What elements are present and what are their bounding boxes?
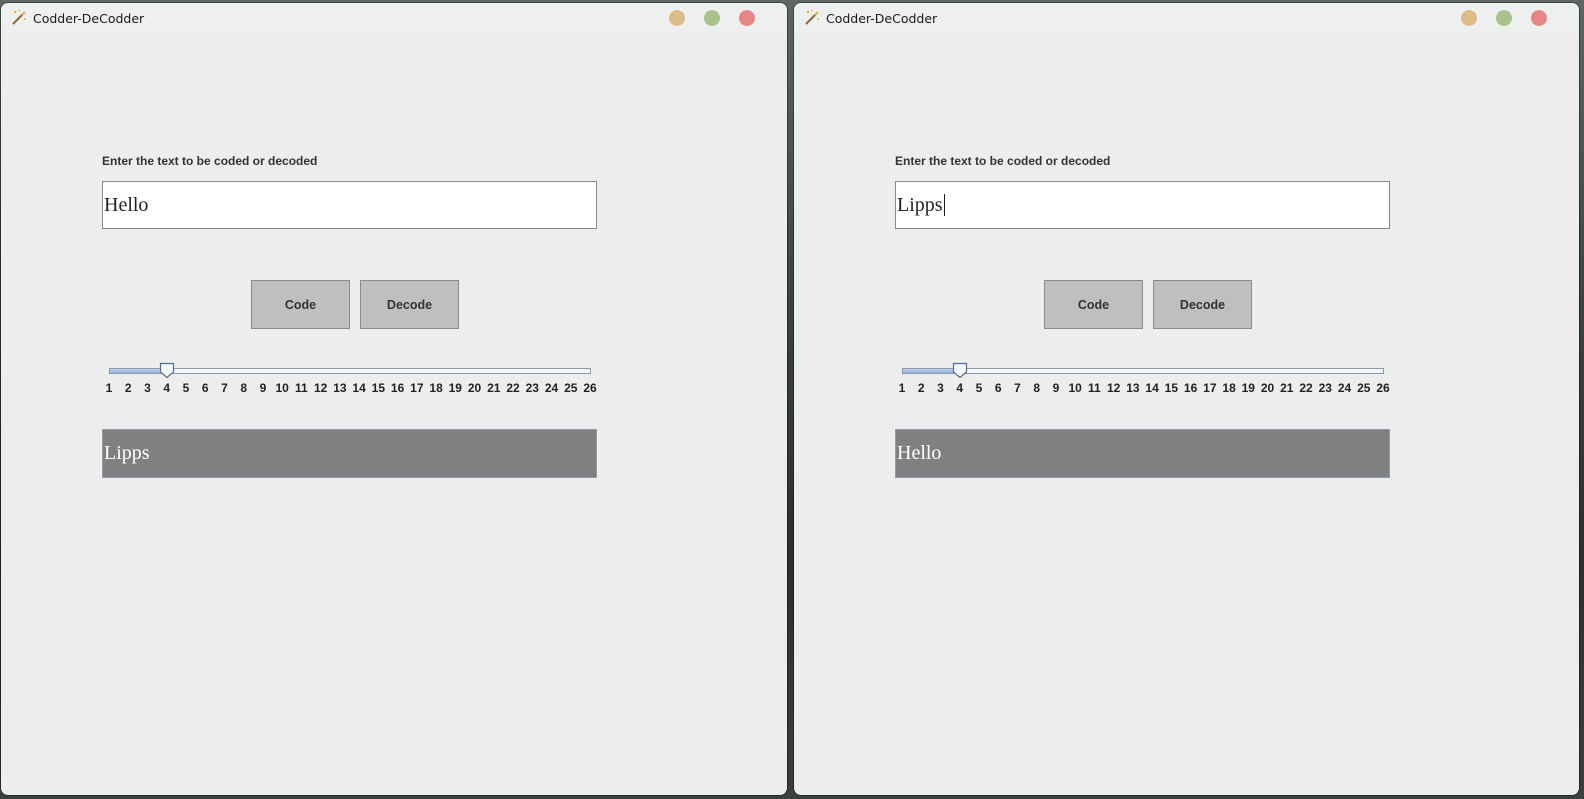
slider-tick-label: 15 [371, 381, 386, 395]
slider-tick-label: 10 [1068, 381, 1082, 395]
slider-tick-label: 14 [1145, 381, 1159, 395]
title-bar[interactable]: Codder-DeCodder [794, 3, 1579, 33]
slider-tick-label: 13 [1126, 381, 1140, 395]
slider-tick-label: 6 [201, 381, 209, 395]
slider-tick-label: 12 [313, 381, 328, 395]
slider-tick-label: 1 [105, 381, 113, 395]
window-content: Enter the text to be coded or decoded Co… [1, 33, 787, 795]
close-button[interactable] [1531, 10, 1547, 26]
slider-tick-label: 8 [240, 381, 248, 395]
output-field: Hello [895, 429, 1390, 478]
slider-tick-label: 23 [525, 381, 539, 395]
window-title: Codder-DeCodder [33, 11, 145, 26]
minimize-button[interactable] [1461, 10, 1477, 26]
shift-slider[interactable]: 1 2 3 4 5 6 7 8 9 10 11 12 13 14 15 16 17 18 19 20 21 22 23 24 2… [896, 361, 1390, 401]
shift-slider[interactable]: 1 2 3 4 5 6 7 8 9 10 11 12 13 14 15 16 17 18 19 20 21 22 23 24 2… [103, 361, 597, 401]
slider-tick-label: 21 [1280, 381, 1294, 395]
slider-tick-label: 24 [1337, 381, 1352, 395]
code-button[interactable]: Code [1044, 280, 1143, 329]
app-window-right: Codder-DeCodder Enter the text to be cod… [794, 3, 1579, 795]
slider-track[interactable] [902, 368, 1384, 374]
slider-tick-label: 7 [1014, 381, 1021, 395]
slider-tick-label: 2 [917, 381, 925, 395]
slider-tick-labels: 1 2 3 4 5 6 7 8 9 10 11 12 13 14 15 16 17 18 19 20 21 22 23 24 2… [896, 381, 1390, 397]
slider-tick-label: 24 [544, 381, 559, 395]
window-title: Codder-DeCodder [826, 11, 938, 26]
slider-tick-label: 2 [124, 381, 132, 395]
slider-tick-label: 11 [1088, 381, 1101, 395]
maximize-button[interactable] [704, 10, 720, 26]
magic-wand-icon [12, 9, 26, 25]
slider-tick-label: 25 [564, 381, 578, 395]
slider-tick-label: 3 [144, 381, 151, 395]
slider-tick-label: 22 [1299, 381, 1313, 395]
output-text: Hello [897, 442, 942, 464]
text-input[interactable] [102, 181, 597, 229]
title-bar[interactable]: Codder-DeCodder [1, 3, 787, 33]
close-button[interactable] [739, 10, 755, 26]
window-content: Enter the text to be coded or decoded Li… [794, 33, 1579, 795]
slider-thumb[interactable] [952, 362, 968, 379]
slider-tick-label: 12 [1106, 381, 1121, 395]
slider-tick-label: 9 [1052, 381, 1060, 395]
slider-tick-label: 18 [429, 381, 443, 395]
slider-tick-label: 4 [163, 381, 171, 395]
slider-tick-label: 17 [410, 381, 424, 395]
slider-tick-label: 6 [994, 381, 1002, 395]
slider-tick-label: 7 [221, 381, 228, 395]
slider-tick-label: 1 [898, 381, 906, 395]
slider-tick-label: 5 [182, 381, 190, 395]
slider-tick-labels: 1 2 3 4 5 6 7 8 9 10 11 12 13 14 15 16 17 18 19 20 21 22 23 24 2… [103, 381, 597, 397]
slider-tick-label: 20 [1260, 381, 1275, 395]
decode-button[interactable]: Decode [1153, 280, 1252, 329]
slider-tick-label: 19 [448, 381, 462, 395]
slider-tick-label: 5 [975, 381, 983, 395]
slider-tick-label: 25 [1357, 381, 1371, 395]
slider-tick-label: 20 [467, 381, 482, 395]
magic-wand-icon [805, 9, 819, 25]
decode-button[interactable]: Decode [360, 280, 459, 329]
slider-tick-label: 26 [583, 381, 597, 395]
slider-tick-label: 21 [487, 381, 501, 395]
output-field: Lipps [102, 429, 597, 478]
slider-tick-label: 22 [506, 381, 520, 395]
slider-tick-label: 11 [295, 381, 308, 395]
slider-tick-label: 26 [1376, 381, 1390, 395]
text-input-value: Lipps [897, 193, 943, 216]
slider-tick-label: 23 [1318, 381, 1332, 395]
slider-thumb[interactable] [159, 362, 175, 379]
slider-tick-label: 13 [333, 381, 347, 395]
slider-tick-label: 17 [1203, 381, 1217, 395]
slider-track[interactable] [109, 368, 591, 374]
slider-tick-label: 14 [352, 381, 366, 395]
slider-tick-label: 9 [259, 381, 267, 395]
slider-tick-label: 18 [1222, 381, 1236, 395]
maximize-button[interactable] [1496, 10, 1512, 26]
slider-tick-label: 16 [1183, 381, 1198, 395]
text-caret [943, 194, 945, 216]
slider-tick-label: 19 [1241, 381, 1255, 395]
output-text: Lipps [104, 442, 150, 464]
app-window-left: Codder-DeCodder Enter the text to be cod… [1, 3, 787, 795]
input-prompt-label: Enter the text to be coded or decoded [102, 154, 318, 168]
slider-tick-label: 3 [937, 381, 944, 395]
slider-tick-label: 4 [956, 381, 964, 395]
code-button[interactable]: Code [251, 280, 350, 329]
slider-tick-label: 10 [275, 381, 289, 395]
minimize-button[interactable] [669, 10, 685, 26]
slider-tick-label: 15 [1164, 381, 1179, 395]
input-prompt-label: Enter the text to be coded or decoded [895, 154, 1111, 168]
slider-tick-label: 16 [390, 381, 405, 395]
slider-tick-label: 8 [1033, 381, 1041, 395]
text-input[interactable]: Lipps [895, 181, 1390, 229]
